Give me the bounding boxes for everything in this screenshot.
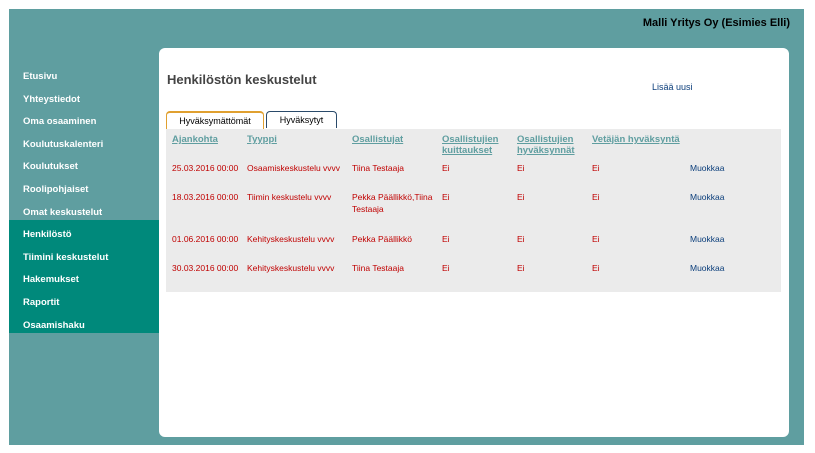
cell-date: 30.03.2016 00:00 [172,263,239,273]
column-header-participants[interactable]: Osallistujat [346,129,436,160]
sidebar-item-yhteystiedot[interactable]: Yhteystiedot [9,89,159,112]
user-label: Malli Yritys Oy (Esimies Elli) [642,17,790,29]
column-header-approvals[interactable]: Osallistujien hyväksynnät [511,129,586,160]
sidebar-item-koulutuskalenteri[interactable]: Koulutuskalenteri [9,134,159,157]
sidebar-item-omat-keskustelut[interactable]: Omat keskustelut [9,202,159,225]
edit-link[interactable]: Muokkaa [684,231,775,260]
sidebar-item-etusivu[interactable]: Etusivu [9,66,159,89]
sidebar-item-hakemukset[interactable]: Hakemukset [9,269,159,292]
cell-type: Kehityskeskustelu vvvv [247,263,335,273]
column-header-acks[interactable]: Osallistujien kuittaukset [436,129,511,160]
table-row: 18.03.2016 00:00 Tiimin keskustelu vvvv … [166,189,775,231]
cell-participants: Tiina Testaaja [352,263,404,273]
sidebar-item-tiimini-keskustelut[interactable]: Tiimini keskustelut [9,247,159,270]
column-header-leader-approval[interactable]: Vetäjän hyväksyntä [586,129,684,160]
table-row: 25.03.2016 00:00 Osaamiskeskustelu vvvv … [166,160,775,189]
cell-leader-approval: Ei [592,192,600,202]
sidebar-item-koulutukset[interactable]: Koulutukset [9,156,159,179]
table-row: 01.06.2016 00:00 Kehityskeskustelu vvvv … [166,231,775,260]
cell-approvals: Ei [517,192,525,202]
cell-acks: Ei [442,163,450,173]
column-header-date[interactable]: Ajankohta [166,129,241,160]
cell-approvals: Ei [517,263,525,273]
cell-participants: Pekka Päällikkö [352,234,413,244]
sidebar-item-henkilosto[interactable]: Henkilöstö [9,224,159,247]
cell-approvals: Ei [517,234,525,244]
page-title: Henkilöstön keskustelut [167,72,317,87]
cell-acks: Ei [442,192,450,202]
table-header-row: Ajankohta Tyyppi Osallistujat Osallistuj… [166,129,775,160]
cell-date: 01.06.2016 00:00 [172,234,239,244]
add-new-link[interactable]: Lisää uusi [652,82,693,92]
app-frame: Malli Yritys Oy (Esimies Elli) Etusivu Y… [9,9,804,445]
content-panel: Henkilöstön keskustelut Lisää uusi Hyväk… [159,48,789,437]
sidebar-item-raportit[interactable]: Raportit [9,292,159,315]
column-header-type[interactable]: Tyyppi [241,129,346,160]
discussions-table-area: Ajankohta Tyyppi Osallistujat Osallistuj… [166,129,781,292]
sidebar-item-roolipohjaiset[interactable]: Roolipohjaiset [9,179,159,202]
cell-leader-approval: Ei [592,263,600,273]
cell-date: 18.03.2016 00:00 [172,192,239,202]
column-header-actions [684,129,775,160]
sidebar-item-oma-osaaminen[interactable]: Oma osaaminen [9,111,159,134]
cell-approvals: Ei [517,163,525,173]
edit-link[interactable]: Muokkaa [684,160,775,189]
cell-participants: Tiina Testaaja [352,163,404,173]
tab-approved[interactable]: Hyväksytyt [266,111,337,128]
discussions-table: Ajankohta Tyyppi Osallistujat Osallistuj… [166,129,775,289]
cell-type: Osaamiskeskustelu vvvv [247,163,341,173]
table-row: 30.03.2016 00:00 Kehityskeskustelu vvvv … [166,260,775,289]
edit-link[interactable]: Muokkaa [684,260,775,289]
cell-date: 25.03.2016 00:00 [172,163,239,173]
cell-type: Tiimin keskustelu vvvv [247,192,332,202]
cell-type: Kehityskeskustelu vvvv [247,234,335,244]
sidebar-item-osaamishaku[interactable]: Osaamishaku [9,315,159,338]
edit-link[interactable]: Muokkaa [684,189,775,231]
cell-leader-approval: Ei [592,163,600,173]
tab-unapproved[interactable]: Hyväksymättömät [166,111,264,129]
cell-participants: Pekka Päällikkö,Tiina Testaaja [352,192,433,214]
cell-acks: Ei [442,234,450,244]
cell-leader-approval: Ei [592,234,600,244]
sidebar-nav: Etusivu Yhteystiedot Oma osaaminen Koulu… [9,66,159,337]
cell-acks: Ei [442,263,450,273]
